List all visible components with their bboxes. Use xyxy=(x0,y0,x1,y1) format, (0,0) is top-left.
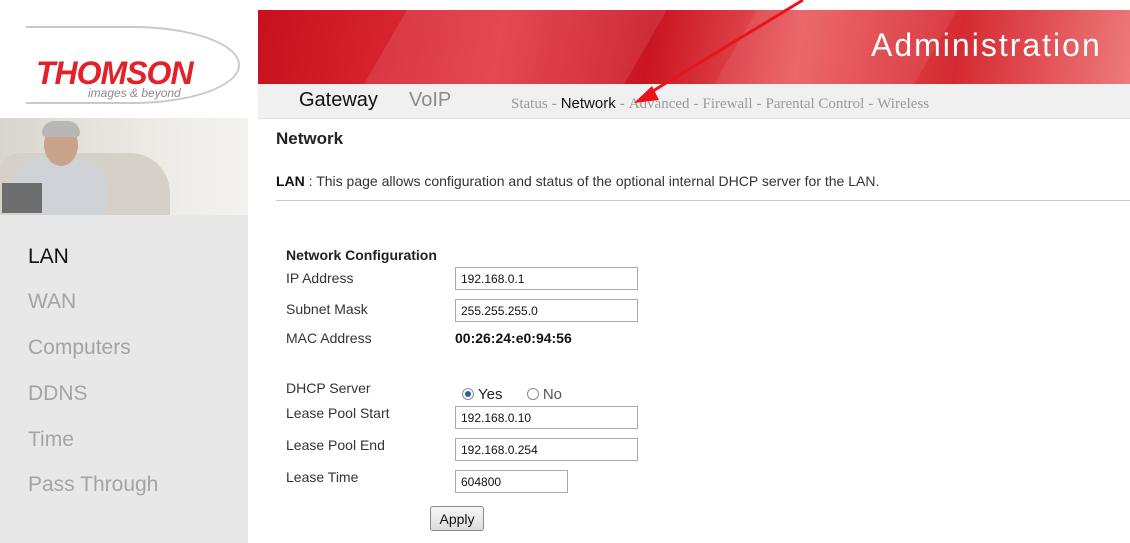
sidebar-item-computers[interactable]: Computers xyxy=(28,336,131,360)
lease-pool-start-input[interactable] xyxy=(455,406,638,429)
sidebar-item-time[interactable]: Time xyxy=(28,428,74,452)
sub-nav-separator: - xyxy=(619,96,625,112)
section-title: Network Configuration xyxy=(286,247,437,263)
sub-nav: Status - Network - Advanced - Firewall - Parenta… xyxy=(511,95,929,113)
lease-time-label: Lease Time xyxy=(286,469,359,485)
sidebar: LAN WAN Computers DDNS Time Pass Through xyxy=(0,118,248,543)
main-content: Network LAN : This page allows configura… xyxy=(258,119,1130,543)
logo-tagline: images & beyond xyxy=(88,86,181,100)
dhcp-no-radio[interactable] xyxy=(526,388,539,400)
mac-address-label: MAC Address xyxy=(286,330,372,346)
dhcp-no-label[interactable]: No xyxy=(543,386,562,403)
sidebar-item-ddns[interactable]: DDNS xyxy=(28,382,88,406)
sidebar-item-pass-through[interactable]: Pass Through xyxy=(28,473,158,497)
dhcp-server-radio-group: Yes No xyxy=(462,386,562,403)
header-title: Administration xyxy=(871,27,1102,63)
dhcp-yes-radio[interactable] xyxy=(462,388,474,400)
sidebar-item-lan[interactable]: LAN xyxy=(28,245,69,269)
description-text: : This page allows configuration and sta… xyxy=(308,173,880,189)
sidebar-photo xyxy=(0,118,248,215)
sub-nav-separator: - xyxy=(693,96,699,112)
sub-nav-separator: - xyxy=(551,96,557,112)
subtab-wireless[interactable]: Wireless xyxy=(877,96,929,112)
thomson-logo: THOMSON images & beyond xyxy=(0,0,258,118)
tab-gateway[interactable]: Gateway xyxy=(299,89,378,112)
ip-address-label: IP Address xyxy=(286,270,354,286)
page-description: LAN : This page allows configuration and… xyxy=(276,173,879,189)
ip-address-input[interactable] xyxy=(455,267,638,290)
subtab-network[interactable]: Network xyxy=(561,95,616,112)
header-banner: Administration xyxy=(258,10,1130,84)
tab-voip[interactable]: VoIP xyxy=(409,89,451,112)
subnet-mask-label: Subnet Mask xyxy=(286,301,368,317)
lease-pool-end-label: Lease Pool End xyxy=(286,437,385,453)
sub-nav-separator: - xyxy=(868,96,874,112)
subtab-firewall[interactable]: Firewall xyxy=(703,96,753,112)
sub-nav-separator: - xyxy=(756,96,762,112)
subtab-parental-control[interactable]: Parental Control xyxy=(766,96,865,112)
lease-pool-start-label: Lease Pool Start xyxy=(286,405,390,421)
dhcp-server-label: DHCP Server xyxy=(286,380,371,396)
mac-address-value: 00:26:24:e0:94:56 xyxy=(455,330,572,346)
description-key: LAN xyxy=(276,173,305,189)
subnet-mask-input[interactable] xyxy=(455,299,638,322)
lease-pool-end-input[interactable] xyxy=(455,438,638,461)
subtab-advanced[interactable]: Advanced xyxy=(629,96,690,112)
divider xyxy=(276,200,1130,201)
page-title: Network xyxy=(276,129,344,148)
apply-button[interactable]: Apply xyxy=(430,506,484,531)
sidebar-item-wan[interactable]: WAN xyxy=(28,290,76,314)
subtab-status[interactable]: Status xyxy=(511,96,548,112)
lease-time-input[interactable] xyxy=(455,470,568,493)
dhcp-yes-label[interactable]: Yes xyxy=(478,386,502,403)
nav-bar: Gateway VoIP Status - Network - Advanced - Fir… xyxy=(258,84,1130,119)
